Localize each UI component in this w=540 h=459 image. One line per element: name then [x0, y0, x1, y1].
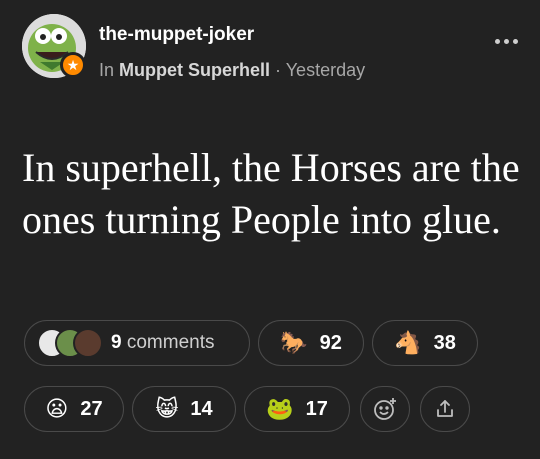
comments-count: 9: [111, 332, 122, 353]
reaction-count: 92: [319, 331, 342, 354]
more-options-icon[interactable]: [492, 36, 520, 46]
reaction-cat-button[interactable]: 😸 14: [132, 386, 236, 432]
horse-icon: 🐎: [280, 330, 308, 355]
post-meta: In Muppet Superhell · Yesterday: [99, 60, 365, 81]
meta-separator: ·: [270, 60, 286, 80]
frowning-face-icon: 😦: [45, 396, 69, 421]
star-badge-icon: ★: [60, 52, 86, 78]
meta-prefix: In: [99, 60, 120, 80]
add-reaction-button[interactable]: [360, 386, 410, 432]
community-link[interactable]: Muppet Superhell: [119, 60, 270, 80]
share-button[interactable]: [420, 386, 470, 432]
post-time: Yesterday: [285, 60, 366, 80]
post-body: In superhell, the Horses are the ones tu…: [22, 145, 520, 242]
post-header: ★ the-muppet-joker In Muppet Superhell ·…: [22, 14, 524, 84]
reaction-horse-button[interactable]: 🐎 92: [258, 320, 364, 366]
reaction-horse-face-button[interactable]: 🐴 38: [372, 320, 478, 366]
frog-icon: 🐸: [266, 396, 294, 421]
comments-button[interactable]: 9 comments: [24, 320, 250, 366]
comments-text: comments: [121, 332, 215, 353]
reaction-count: 17: [305, 397, 328, 420]
commenter-avatars: [37, 328, 107, 358]
add-emoji-icon: [374, 398, 396, 420]
comments-label: 9 comments: [111, 332, 215, 354]
reaction-frog-button[interactable]: 🐸 17: [244, 386, 350, 432]
avatar[interactable]: ★: [22, 14, 86, 78]
reaction-frowning-button[interactable]: 😦 27: [24, 386, 124, 432]
grinning-cat-icon: 😸: [155, 396, 179, 421]
author-name[interactable]: the-muppet-joker: [99, 24, 254, 46]
horse-face-icon: 🐴: [394, 330, 422, 355]
reaction-count: 38: [433, 331, 456, 354]
commenter-avatar: [73, 328, 103, 358]
reaction-count: 27: [80, 397, 103, 420]
share-icon: [437, 400, 453, 417]
reaction-count: 14: [190, 397, 213, 420]
